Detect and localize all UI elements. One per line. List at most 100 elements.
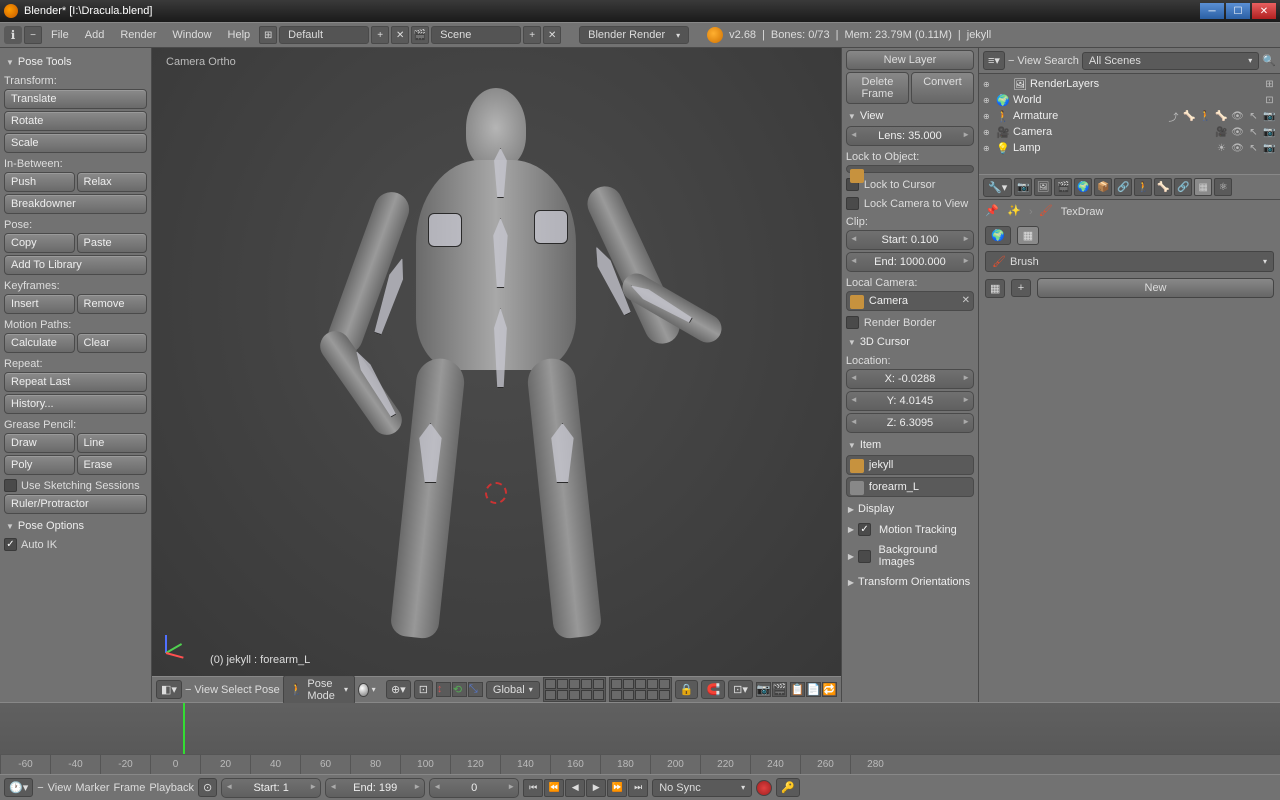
lock-object-field[interactable] — [846, 165, 974, 173]
pose-options-header[interactable]: Pose Options — [4, 516, 147, 536]
3d-cursor-panel-header[interactable]: 3D Cursor — [846, 332, 974, 352]
add-to-library-button[interactable]: Add To Library — [4, 255, 147, 275]
ruler-button[interactable]: Ruler/Protractor — [4, 494, 147, 514]
sketching-sessions-checkbox[interactable]: Use Sketching Sessions — [4, 477, 147, 494]
timeline-menu-frame[interactable]: Frame — [114, 782, 146, 794]
view3d-menu-view[interactable]: View — [194, 684, 218, 696]
view3d-menu-pose[interactable]: Pose — [255, 684, 280, 696]
pivot-individual-icon[interactable]: ⊡ — [414, 680, 433, 699]
particle-icon[interactable]: ✨ — [1007, 204, 1023, 220]
orientation-selector[interactable]: Global▾ — [486, 681, 540, 699]
draw-button[interactable]: Draw — [4, 433, 75, 453]
timeline-canvas[interactable]: -60-40-200204060801001201401601802002202… — [0, 703, 1280, 774]
object-tab[interactable]: 📦 — [1094, 178, 1112, 196]
texture-slot-icon[interactable]: ▦ — [985, 279, 1005, 298]
rotate-button[interactable]: Rotate — [4, 111, 147, 131]
editor-type-icon[interactable]: ≡▾ — [983, 51, 1005, 70]
scene-delete-button[interactable]: ✕ — [543, 26, 561, 44]
outliner-menu-view[interactable]: View — [1017, 55, 1041, 67]
manipulator-toggle[interactable]: ↕⟲⤡ — [436, 682, 483, 697]
engine-selector[interactable]: Blender Render▾ — [579, 26, 689, 44]
timeline-menu-marker[interactable]: Marker — [75, 782, 109, 794]
jump-to-end-button[interactable]: ⏭ — [628, 779, 648, 797]
world-tab[interactable]: 🌍 — [1074, 178, 1092, 196]
play-button[interactable]: ▶ — [586, 779, 606, 797]
outliner-menu-search[interactable]: Search — [1044, 55, 1079, 67]
bone-tab[interactable]: 🦴 — [1154, 178, 1172, 196]
texture-tab[interactable]: ▦ — [1194, 178, 1212, 196]
remove-keyframe-button[interactable]: Remove — [77, 294, 148, 314]
range-toggle-icon[interactable]: ⊙ — [198, 778, 217, 797]
end-frame-field[interactable]: End: 199 — [325, 778, 425, 798]
outliner-display-mode[interactable]: All Scenes▾ — [1082, 52, 1259, 70]
cursor-y-field[interactable]: Y: 4.0145 — [846, 391, 974, 411]
shading-selector[interactable] — [358, 683, 369, 697]
layer-buttons-2[interactable] — [609, 677, 672, 702]
convert-button[interactable]: Convert — [911, 72, 974, 104]
jump-prev-keyframe-button[interactable]: ⏪ — [544, 779, 564, 797]
keying-set-icon[interactable]: 🔑 — [776, 778, 800, 797]
editor-type-icon[interactable]: ◧▾ — [156, 680, 182, 699]
lens-field[interactable]: Lens: 35.000 — [846, 126, 974, 146]
renderlayers-tab[interactable]: 🖼 — [1034, 178, 1052, 196]
line-button[interactable]: Line — [77, 433, 148, 453]
local-camera-field[interactable]: Camera✕ — [846, 291, 974, 311]
menu-file[interactable]: File — [44, 26, 76, 44]
background-images-panel-header[interactable]: Background Images — [846, 540, 974, 572]
menu-add[interactable]: Add — [78, 26, 112, 44]
brush-texture-icon[interactable]: ▦ — [1017, 226, 1039, 245]
clip-start-field[interactable]: Start: 0.100 — [846, 230, 974, 250]
layout-prev-icon[interactable]: ⊞ — [259, 26, 277, 44]
erase-button[interactable]: Erase — [77, 455, 148, 475]
relax-button[interactable]: Relax — [77, 172, 148, 192]
start-frame-field[interactable]: Start: 1 — [221, 778, 321, 798]
transform-orientations-panel-header[interactable]: Transform Orientations — [846, 572, 974, 592]
cursor-z-field[interactable]: Z: 6.3095 — [846, 413, 974, 433]
editor-type-icon[interactable]: 🕐▾ — [4, 778, 33, 797]
pose-tools-header[interactable]: Pose Tools — [4, 52, 147, 72]
repeat-last-button[interactable]: Repeat Last — [4, 372, 147, 392]
timeline-menu-playback[interactable]: Playback — [149, 782, 194, 794]
delete-frame-button[interactable]: Delete Frame — [846, 72, 909, 104]
play-reverse-button[interactable]: ◀ — [565, 779, 585, 797]
timeline-menu-view[interactable]: View — [48, 782, 72, 794]
add-slot-button[interactable]: + — [1011, 279, 1031, 297]
snap-element-icon[interactable]: ⊡▾ — [728, 680, 753, 699]
brush-selector[interactable]: 🖌Brush▾ — [985, 251, 1274, 272]
lock-camera-checkbox[interactable]: Lock Camera to View — [846, 194, 974, 213]
screen-layout-selector[interactable]: Default — [279, 26, 369, 44]
maximize-button[interactable]: ☐ — [1226, 3, 1250, 19]
clear-button[interactable]: Clear — [77, 333, 148, 353]
menu-help[interactable]: Help — [221, 26, 258, 44]
scene-selector[interactable]: Scene — [431, 26, 521, 44]
outliner-tree[interactable]: ⊕🖼 RenderLayers ⊞ ⊕🌍 World ⊡ ⊕🚶 Armature… — [979, 74, 1280, 174]
jump-next-keyframe-button[interactable]: ⏩ — [607, 779, 627, 797]
layout-add-button[interactable]: + — [371, 26, 389, 44]
copy-button[interactable]: Copy — [4, 233, 75, 253]
view3d-menu-select[interactable]: Select — [221, 684, 252, 696]
history-button[interactable]: History... — [4, 394, 147, 414]
calculate-button[interactable]: Calculate — [4, 333, 75, 353]
breakdowner-button[interactable]: Breakdowner — [4, 194, 147, 214]
new-layer-button[interactable]: New Layer — [846, 50, 974, 70]
bone[interactable] — [534, 210, 568, 244]
pin-icon[interactable]: 📌 — [985, 204, 1001, 220]
layout-delete-button[interactable]: ✕ — [391, 26, 409, 44]
boneconstraint-tab[interactable]: 🔗 — [1174, 178, 1192, 196]
item-bone-field[interactable]: forearm_L — [846, 477, 974, 497]
insert-keyframe-button[interactable]: Insert — [4, 294, 75, 314]
armature-tab[interactable]: 🚶 — [1134, 178, 1152, 196]
collapse-menus-icon[interactable]: − — [185, 684, 191, 696]
view-panel-header[interactable]: View — [846, 106, 974, 126]
editor-type-icon[interactable]: 🔧▾ — [983, 178, 1012, 197]
collapse-menus-icon[interactable]: − — [24, 26, 42, 44]
poly-button[interactable]: Poly — [4, 455, 75, 475]
bone[interactable] — [428, 213, 462, 247]
current-frame-field[interactable]: 0 — [429, 778, 519, 798]
collapse-menus-icon[interactable]: − — [37, 782, 43, 794]
item-panel-header[interactable]: Item — [846, 435, 974, 455]
world-texture-icon[interactable]: 🌍 — [985, 226, 1011, 245]
copy-paste-pose-icons[interactable]: 📋📄🔁 — [790, 682, 837, 697]
translate-button[interactable]: Translate — [4, 89, 147, 109]
item-object-field[interactable]: jekyll — [846, 455, 974, 475]
